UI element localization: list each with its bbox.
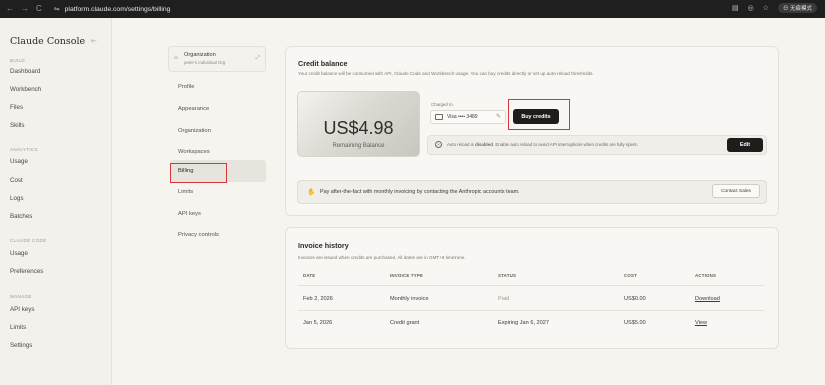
sidebar-item-preferences[interactable]: Preferences [10, 268, 43, 275]
invoice-history-description: Invoices are issued when credits are pur… [298, 255, 466, 260]
balance-label: Remaining Balance [332, 143, 385, 149]
eye-off-icon[interactable]: ◎ [748, 4, 754, 12]
site-settings-icon[interactable]: ⇋ [54, 5, 60, 13]
invoice-type: Credit grant [390, 320, 420, 326]
buy-credits-highlight-box [508, 99, 570, 130]
back-icon[interactable]: ← [6, 5, 14, 13]
invoice-type: Monthly invoice [390, 296, 429, 302]
sidebar-item-skills[interactable]: Skills [10, 122, 24, 129]
star-icon[interactable]: ☆ [763, 4, 769, 12]
column-date: DATE [303, 273, 316, 278]
view-invoice-link[interactable]: View [695, 320, 707, 326]
sidebar-item-dashboard[interactable]: Dashboard [10, 68, 40, 75]
settings-item-profile[interactable]: Profile [178, 84, 194, 90]
organization-switcher[interactable]: ⌂ Organization peter's Individual Org ⤢ [168, 46, 266, 72]
settings-item-workspaces[interactable]: Workspaces [178, 149, 210, 155]
address-bar[interactable]: ⇋ platform.claude.com/settings/billing [54, 5, 171, 14]
settings-item-api-keys[interactable]: API keys [178, 211, 201, 217]
hand-coins-icon: ✋ [307, 189, 316, 196]
sidebar-item-limits[interactable]: Limits [10, 324, 26, 331]
sidebar-item-settings[interactable]: Settings [10, 342, 32, 349]
settings-item-privacy[interactable]: Privacy controls [178, 232, 219, 238]
url-text: platform.claude.com/settings/billing [64, 5, 171, 13]
table-row-divider [298, 310, 764, 311]
table-header-divider [298, 285, 764, 286]
balance-amount: US$4.98 [323, 118, 394, 138]
translate-icon[interactable]: ▤ [732, 4, 739, 12]
invoice-cost: US$0.00 [624, 296, 646, 302]
download-invoice-link[interactable]: Download [695, 296, 720, 302]
sidebar-toggle-icon[interactable]: ⇤ [91, 37, 97, 45]
reload-icon[interactable]: C [36, 5, 42, 13]
section-analytics: ANALYTICS [10, 147, 38, 152]
column-status: STATUS [498, 273, 517, 278]
incognito-badge[interactable]: ⊖ 无痕模式 [777, 3, 817, 13]
monthly-invoicing-banner: ✋ Pay after-the-fact with monthly invoic… [297, 180, 767, 204]
section-manage: MANAGE [10, 294, 32, 299]
browser-toolbar: ← → C ⇋ platform.claude.com/settings/bil… [0, 0, 825, 18]
settings-item-limits[interactable]: Limits [178, 189, 193, 195]
credit-balance-title: Credit balance [298, 59, 348, 68]
sidebar-item-logs[interactable]: Logs [10, 195, 23, 202]
credit-balance-description: Your credit balance will be consumed wit… [298, 71, 594, 76]
invoice-date: Jan 5, 2026 [303, 320, 333, 326]
invoice-status: Expiring Jan 6, 2027 [498, 320, 549, 326]
section-claude-code: CLAUDE CODE [10, 238, 47, 243]
incognito-icon: ⊖ [782, 6, 790, 12]
monthly-invoicing-text: Pay after-the-fact with monthly invoicin… [320, 189, 520, 195]
sidebar-item-batches[interactable]: Batches [10, 213, 32, 220]
settings-item-appearance[interactable]: Appearance [178, 106, 209, 112]
sidebar-item-files[interactable]: Files [10, 104, 23, 111]
payment-method-text: Visa •••• 3489 [447, 114, 478, 120]
brand-title: Claude Console [10, 36, 86, 47]
auto-reload-text: Auto reload is disabled. Enable auto rel… [447, 142, 638, 147]
edit-pencil-icon[interactable]: ✎ [496, 113, 501, 120]
column-invoice-type: INVOICE TYPE [390, 273, 424, 278]
building-icon: ⌂ [174, 55, 178, 61]
sidebar-item-workbench[interactable]: Workbench [10, 86, 41, 93]
edit-auto-reload-button[interactable]: Edit [727, 138, 763, 152]
settings-item-organization[interactable]: Organization [178, 128, 211, 134]
column-cost: COST [624, 273, 637, 278]
sidebar-item-api-keys[interactable]: API keys [10, 306, 34, 313]
invoice-date: Feb 2, 2026 [303, 296, 333, 302]
charged-to-label: Charged to [431, 102, 453, 107]
invoice-history-title: Invoice history [298, 241, 349, 250]
invoice-status: Paid [498, 296, 510, 302]
sidebar-item-cost[interactable]: Cost [10, 177, 23, 184]
billing-highlight-box [170, 163, 227, 183]
credit-card-icon [435, 114, 443, 120]
sidebar-item-code-usage[interactable]: Usage [10, 250, 28, 257]
expand-icon: ⤢ [255, 55, 260, 61]
column-actions: ACTIONS [695, 273, 717, 278]
invoice-history-card [285, 227, 779, 349]
sidebar-item-usage[interactable]: Usage [10, 158, 28, 165]
auto-reload-status: disabled [475, 142, 493, 147]
auto-reload-banner: × Auto reload is disabled. Enable auto r… [427, 135, 767, 155]
payment-method-field[interactable]: Visa •••• 3489 ✎ [430, 110, 506, 124]
forward-icon[interactable]: → [21, 5, 29, 13]
org-title: Organization [184, 52, 216, 58]
invoice-cost: US$5.00 [624, 320, 646, 326]
section-build: BUILD [10, 58, 26, 63]
disabled-x-icon: × [435, 141, 442, 148]
org-subtitle: peter's Individual Org [184, 60, 226, 65]
contact-sales-button[interactable]: Contact Sales [712, 184, 760, 198]
